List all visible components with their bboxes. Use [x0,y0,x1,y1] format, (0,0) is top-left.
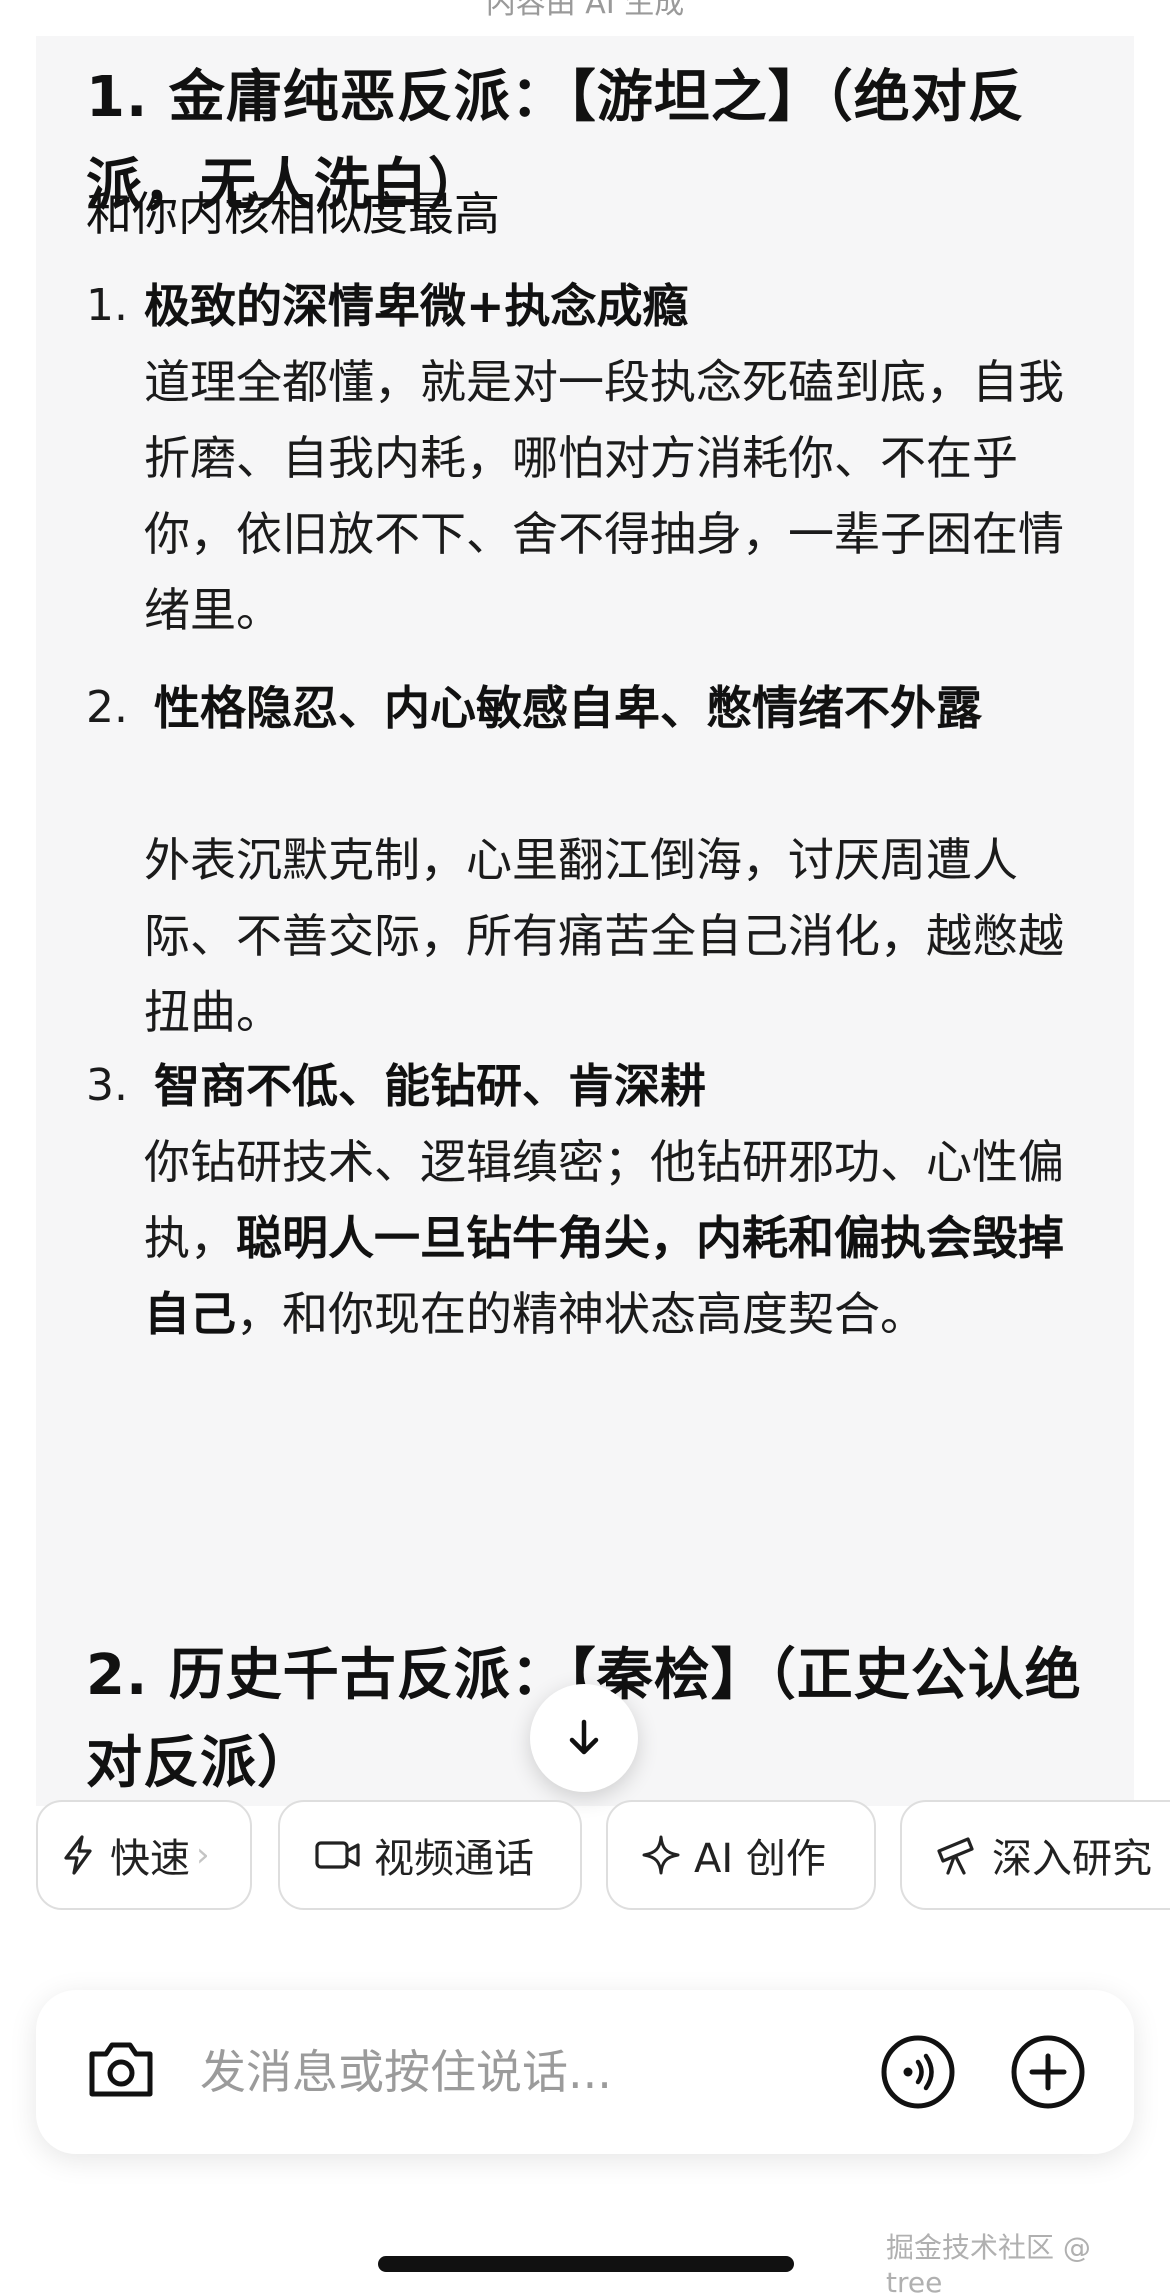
camera-icon[interactable] [84,2034,158,2104]
message-composer: 发消息或按住说话... [36,1990,1134,2154]
plus-icon[interactable] [1008,2032,1088,2112]
chip-label: 深入研究 [992,1836,1152,1882]
chip-fast-mode[interactable]: 快速 › [36,1800,252,1910]
home-indicator [378,2256,794,2272]
list-item-body-3: 你钻研技术、逻辑缜密；他钻研邪功、心性偏执，聪明人一旦钻牛角尖，内耗和偏执会毁掉… [144,1124,1104,1352]
list-item-title-1: 极致的深情卑微+执念成瘾 [144,279,689,333]
section-intro: 和你内核相似度最高 [86,187,500,241]
watermark: 掘金技术社区 @ tree_ [886,2231,1091,2296]
voice-call-icon[interactable] [878,2032,958,2112]
sparkle-icon [642,1835,680,1875]
arrow-down-icon [569,1719,599,1755]
telescope-icon [937,1837,974,1875]
chevron-right-icon: › [196,1835,210,1875]
quick-action-bar: 快速 › 视频通话 AI 创作 深入研究 [36,1800,1170,1914]
list-number-3: 3. [86,1060,128,1111]
chip-label: 快速 [110,1836,190,1882]
list-item-title-2: 性格隐忍、内心敏感自卑、憋情绪不外露 [154,681,982,735]
message-input[interactable]: 发消息或按住说话... [200,2036,612,2108]
list-item-title-3: 智商不低、能钻研、肯深耕 [154,1059,706,1113]
chip-video-call[interactable]: 视频通话 [278,1800,582,1910]
list-item-body-1: 道理全都懂，就是对一段执念死磕到底，自我折磨、自我内耗，哪怕对方消耗你、不在乎你… [144,355,1064,637]
list-number-2: 2. [86,682,128,733]
chip-ai-create[interactable]: AI 创作 [606,1800,876,1910]
chat-screen: 内容由 AI 生成 1. 金庸纯恶反派：【游坦之】（绝对反派，无人洗白） 和你内… [0,0,1170,2296]
chip-label: AI 创作 [694,1836,826,1882]
body-text: ，和你现在的精神状态高度契合。 [236,1287,926,1341]
lightning-icon [64,1835,92,1875]
chip-label: 视频通话 [374,1836,534,1882]
list-number-1: 1. [86,280,128,331]
video-camera-icon [315,1841,360,1869]
answer-card: 1. 金庸纯恶反派：【游坦之】（绝对反派，无人洗白） 和你内核相似度最高 1. … [36,36,1134,1806]
chip-deep-research[interactable]: 深入研究 [900,1800,1170,1910]
ai-generated-note: 内容由 AI 生成 [485,0,685,21]
scroll-to-bottom-button[interactable] [530,1684,638,1792]
list-item-body-2: 外表沉默克制，心里翻江倒海，讨厌周遭人际、不善交际，所有痛苦全自己消化，越憋越扭… [144,833,1064,1039]
